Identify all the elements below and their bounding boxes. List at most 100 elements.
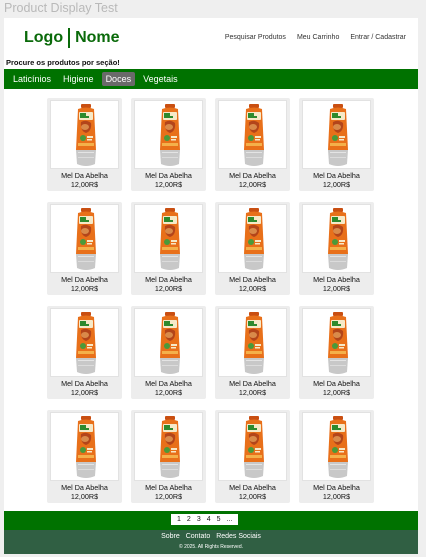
product-name: Mel Da Abelha xyxy=(145,171,192,180)
page-5[interactable]: 5 xyxy=(217,516,221,523)
product-image xyxy=(302,204,371,273)
nav-login-register[interactable]: Entrar / Cadastrar xyxy=(350,34,406,41)
product-name: Mel Da Abelha xyxy=(61,275,108,284)
product-card[interactable]: Mel Da Abelha 12,00R$ xyxy=(215,306,290,399)
category-bar: Laticínios Higiene Doces Vegetais xyxy=(4,69,418,89)
product-grid: Mel Da Abelha 12,00R$ Mel Da Abelha 12,0… xyxy=(47,98,374,503)
product-card[interactable]: Mel Da Abelha 12,00R$ xyxy=(299,306,374,399)
honey-bottle-icon xyxy=(157,416,183,480)
footer: 1 2 3 4 5 ... Sobre Contato Redes Sociai… xyxy=(4,511,418,554)
product-card[interactable]: Mel Da Abelha 12,00R$ xyxy=(215,98,290,191)
honey-bottle-icon xyxy=(73,208,99,272)
product-card[interactable]: Mel Da Abelha 12,00R$ xyxy=(215,202,290,295)
product-price: 12,00R$ xyxy=(70,492,99,501)
product-name: Mel Da Abelha xyxy=(145,379,192,388)
nav-my-cart[interactable]: Meu Carrinho xyxy=(297,34,339,41)
page-1[interactable]: 1 xyxy=(177,516,181,523)
nav-search-products[interactable]: Pesquisar Produtos xyxy=(225,34,286,41)
product-image xyxy=(50,308,119,377)
product-card[interactable]: Mel Da Abelha 12,00R$ xyxy=(299,202,374,295)
pagination: 1 2 3 4 5 ... xyxy=(171,514,239,525)
honey-bottle-icon xyxy=(157,104,183,168)
category-tab-doces[interactable]: Doces xyxy=(101,72,136,86)
product-name: Mel Da Abelha xyxy=(229,171,276,180)
honey-bottle-icon xyxy=(241,312,267,376)
category-tab-laticinios[interactable]: Laticínios xyxy=(9,72,55,86)
product-image xyxy=(302,308,371,377)
product-card[interactable]: Mel Da Abelha 12,00R$ xyxy=(299,98,374,191)
product-price: 12,00R$ xyxy=(154,492,183,501)
footer-link-redes-sociais[interactable]: Redes Sociais xyxy=(216,533,261,540)
product-image xyxy=(218,100,287,169)
product-price: 12,00R$ xyxy=(238,492,267,501)
product-card[interactable]: Mel Da Abelha 12,00R$ xyxy=(299,410,374,503)
page-3[interactable]: 3 xyxy=(197,516,201,523)
product-card[interactable]: Mel Da Abelha 12,00R$ xyxy=(215,410,290,503)
product-price: 12,00R$ xyxy=(322,388,351,397)
product-card[interactable]: Mel Da Abelha 12,00R$ xyxy=(131,98,206,191)
product-name: Mel Da Abelha xyxy=(229,483,276,492)
top-nav: Pesquisar Produtos Meu Carrinho Entrar /… xyxy=(225,34,406,41)
category-tab-vegetais[interactable]: Vegetais xyxy=(139,72,182,86)
logo-divider xyxy=(68,28,71,48)
product-card[interactable]: Mel Da Abelha 12,00R$ xyxy=(131,306,206,399)
product-image xyxy=(302,100,371,169)
product-name: Mel Da Abelha xyxy=(229,275,276,284)
product-image xyxy=(50,204,119,273)
honey-bottle-icon xyxy=(73,104,99,168)
category-tab-higiene[interactable]: Higiene xyxy=(59,72,98,86)
product-image xyxy=(218,412,287,481)
page-more[interactable]: ... xyxy=(227,516,233,523)
footer-link-sobre[interactable]: Sobre xyxy=(161,533,180,540)
product-price: 12,00R$ xyxy=(322,492,351,501)
footer-link-contato[interactable]: Contato xyxy=(186,533,211,540)
honey-bottle-icon xyxy=(325,312,351,376)
window-title: Product Display Test xyxy=(4,1,118,15)
product-name: Mel Da Abelha xyxy=(61,483,108,492)
product-name: Mel Da Abelha xyxy=(313,379,360,388)
product-name: Mel Da Abelha xyxy=(61,171,108,180)
product-name: Mel Da Abelha xyxy=(145,275,192,284)
product-price: 12,00R$ xyxy=(322,180,351,189)
app-frame: Logo Nome Pesquisar Produtos Meu Carrinh… xyxy=(4,18,418,554)
logo[interactable]: Logo Nome xyxy=(24,28,120,48)
product-price: 12,00R$ xyxy=(238,180,267,189)
product-card[interactable]: Mel Da Abelha 12,00R$ xyxy=(47,410,122,503)
section-prompt: Procure os produtos por seção! xyxy=(6,58,120,67)
page-4[interactable]: 4 xyxy=(207,516,211,523)
product-price: 12,00R$ xyxy=(70,284,99,293)
honey-bottle-icon xyxy=(241,104,267,168)
page-2[interactable]: 2 xyxy=(187,516,191,523)
product-card[interactable]: Mel Da Abelha 12,00R$ xyxy=(131,202,206,295)
honey-bottle-icon xyxy=(241,416,267,480)
product-image xyxy=(134,308,203,377)
product-price: 12,00R$ xyxy=(154,180,183,189)
honey-bottle-icon xyxy=(73,416,99,480)
honey-bottle-icon xyxy=(241,208,267,272)
product-price: 12,00R$ xyxy=(70,180,99,189)
product-name: Mel Da Abelha xyxy=(145,483,192,492)
product-price: 12,00R$ xyxy=(70,388,99,397)
copyright: © 2025. All Rights Reserved. xyxy=(179,544,243,550)
product-name: Mel Da Abelha xyxy=(61,379,108,388)
product-card[interactable]: Mel Da Abelha 12,00R$ xyxy=(47,306,122,399)
product-image xyxy=(218,204,287,273)
product-card[interactable]: Mel Da Abelha 12,00R$ xyxy=(131,410,206,503)
product-price: 12,00R$ xyxy=(238,388,267,397)
honey-bottle-icon xyxy=(157,312,183,376)
product-price: 12,00R$ xyxy=(322,284,351,293)
header: Logo Nome Pesquisar Produtos Meu Carrinh… xyxy=(4,18,418,60)
product-price: 12,00R$ xyxy=(238,284,267,293)
product-image xyxy=(134,204,203,273)
product-image xyxy=(218,308,287,377)
product-card[interactable]: Mel Da Abelha 12,00R$ xyxy=(47,98,122,191)
product-name: Mel Da Abelha xyxy=(229,379,276,388)
product-image xyxy=(134,412,203,481)
logo-text: Logo xyxy=(24,29,64,46)
product-name: Mel Da Abelha xyxy=(313,171,360,180)
product-price: 12,00R$ xyxy=(154,284,183,293)
product-image xyxy=(134,100,203,169)
product-card[interactable]: Mel Da Abelha 12,00R$ xyxy=(47,202,122,295)
product-name: Mel Da Abelha xyxy=(313,483,360,492)
product-image xyxy=(50,412,119,481)
